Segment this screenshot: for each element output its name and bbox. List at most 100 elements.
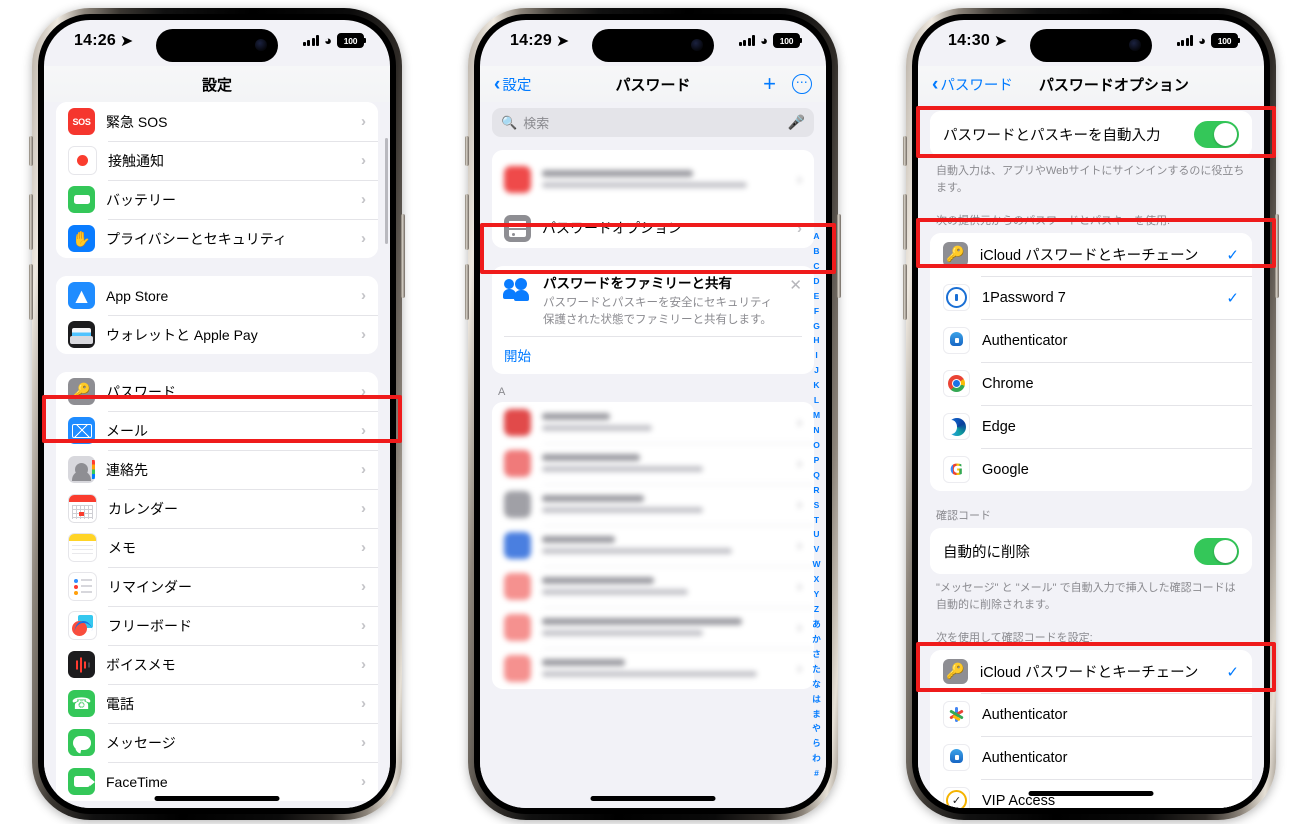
passwords-list[interactable]: 🔍 検索 🎤 › パスワードオプション › パスワードをファミリーと共有 パスワ… (480, 102, 826, 808)
sidebar-item-voice-memos[interactable]: ボイスメモ › (56, 645, 378, 684)
code-provider-microsoft-authenticator[interactable]: Authenticator (930, 736, 1252, 779)
index-letter[interactable]: T (814, 516, 819, 525)
power-button[interactable] (837, 214, 841, 298)
index-letter[interactable]: Q (813, 471, 820, 480)
sidebar-item-notes[interactable]: メモ › (56, 528, 378, 567)
sidebar-item-battery[interactable]: バッテリー › (56, 180, 378, 219)
sidebar-item-messages[interactable]: メッセージ › (56, 723, 378, 762)
index-letter[interactable]: # (814, 769, 819, 778)
index-letter[interactable]: V (814, 545, 820, 554)
redacted-password-entry[interactable]: › (492, 150, 814, 208)
index-letter[interactable]: J (814, 366, 819, 375)
volume-up-button[interactable] (29, 194, 33, 250)
list-item[interactable]: › (492, 483, 814, 525)
plus-icon[interactable]: + (763, 73, 776, 95)
sidebar-item-phone[interactable]: ☎ 電話 › (56, 684, 378, 723)
index-letter[interactable]: D (813, 277, 819, 286)
mute-switch[interactable] (465, 136, 469, 166)
index-letter[interactable]: K (813, 381, 819, 390)
sidebar-item-app-store[interactable]: ▲ App Store › (56, 276, 378, 315)
sidebar-item-exposure-notifications[interactable]: 接触通知 › (56, 141, 378, 180)
list-item[interactable]: › (492, 647, 814, 689)
start-button[interactable]: 開始 (504, 337, 802, 374)
mute-switch[interactable] (903, 136, 907, 166)
scroll-indicator[interactable] (385, 138, 388, 244)
back-button[interactable]: ‹ 設定 (494, 74, 531, 95)
password-options-list[interactable]: パスワードとパスキーを自動入力 自動入力は、アプリやWebサイトにサインインする… (918, 102, 1264, 808)
search-input[interactable]: 🔍 検索 🎤 (492, 108, 814, 137)
index-letter[interactable]: H (813, 336, 819, 345)
mute-switch[interactable] (29, 136, 33, 166)
home-indicator[interactable] (1028, 791, 1154, 796)
sidebar-item-freeform[interactable]: フリーボード › (56, 606, 378, 645)
index-letter[interactable]: や (812, 724, 821, 733)
alphabet-index-strip[interactable]: A B C D E F G H I J K L M N O P Q R S T U V W X Y Z あかさたなはまやらわ # (810, 232, 823, 778)
sidebar-item-mail[interactable]: メール › (56, 411, 378, 450)
index-letter[interactable]: さ (812, 650, 821, 659)
list-item[interactable]: › (492, 401, 814, 443)
index-letter[interactable]: あ (812, 620, 821, 629)
index-letter[interactable]: ら (812, 739, 821, 748)
index-letter[interactable]: A (813, 232, 819, 241)
index-letter[interactable]: U (813, 530, 819, 539)
home-indicator[interactable] (590, 796, 716, 801)
auto-delete-row[interactable]: 自動的に削除 (930, 528, 1252, 574)
index-letter[interactable]: G (813, 322, 820, 331)
index-letter[interactable]: I (815, 351, 817, 360)
sidebar-item-contacts[interactable]: 連絡先 › (56, 450, 378, 489)
index-letter[interactable]: ま (812, 709, 821, 719)
autofill-toggle[interactable] (1194, 120, 1239, 148)
list-item[interactable]: › (492, 606, 814, 648)
volume-up-button[interactable] (465, 194, 469, 250)
index-letter[interactable]: P (814, 456, 820, 465)
sidebar-item-wallet-apple-pay[interactable]: ウォレットと Apple Pay › (56, 315, 378, 354)
index-letter[interactable]: た (812, 665, 821, 674)
home-indicator[interactable] (154, 796, 280, 801)
provider-google[interactable]: G Google (930, 448, 1252, 491)
index-letter[interactable]: L (814, 396, 819, 405)
list-item[interactable]: › (492, 524, 814, 566)
sidebar-item-emergency-sos[interactable]: SOS 緊急 SOS › (56, 102, 378, 141)
volume-down-button[interactable] (29, 264, 33, 320)
code-provider-icloud-keychain[interactable]: 🔑 iCloud パスワードとキーチェーン ✓ (930, 650, 1252, 693)
list-item[interactable]: › (492, 442, 814, 484)
ellipsis-circle-icon[interactable]: ⋯ (792, 74, 812, 94)
back-button[interactable]: ‹ パスワード (932, 74, 1013, 95)
volume-down-button[interactable] (903, 264, 907, 320)
volume-up-button[interactable] (903, 194, 907, 250)
power-button[interactable] (1275, 214, 1279, 298)
code-provider-google-authenticator[interactable]: Authenticator (930, 693, 1252, 736)
settings-list[interactable]: SOS 緊急 SOS › 接触通知 › バッテリー › ✋ プライバシーとセキュ… (44, 102, 390, 808)
index-letter[interactable]: W (812, 560, 820, 569)
index-letter[interactable]: M (813, 411, 820, 420)
sidebar-item-passwords[interactable]: 🔑 パスワード › (56, 372, 378, 411)
index-letter[interactable]: わ (812, 754, 821, 763)
index-letter[interactable]: S (814, 501, 820, 510)
sidebar-item-privacy-security[interactable]: ✋ プライバシーとセキュリティ › (56, 219, 378, 258)
provider-microsoft-authenticator[interactable]: Authenticator (930, 319, 1252, 362)
index-letter[interactable]: N (813, 426, 819, 435)
index-letter[interactable]: E (814, 292, 820, 301)
power-button[interactable] (401, 214, 405, 298)
index-letter[interactable]: か (812, 635, 821, 644)
index-letter[interactable]: は (812, 695, 821, 704)
index-letter[interactable]: な (812, 680, 821, 689)
microphone-icon[interactable]: 🎤 (788, 114, 805, 131)
sidebar-item-reminders[interactable]: リマインダー › (56, 567, 378, 606)
index-letter[interactable]: Y (814, 590, 820, 599)
index-letter[interactable]: B (813, 247, 819, 256)
index-letter[interactable]: R (813, 486, 819, 495)
index-letter[interactable]: Z (814, 605, 819, 614)
index-letter[interactable]: C (813, 262, 819, 271)
autofill-passwords-row[interactable]: パスワードとパスキーを自動入力 (930, 111, 1252, 157)
index-letter[interactable]: X (814, 575, 820, 584)
list-item[interactable]: › (492, 565, 814, 607)
close-x-icon[interactable]: ✕ (789, 276, 802, 294)
password-options-row[interactable]: パスワードオプション › (492, 208, 814, 248)
provider-1password[interactable]: 1Password 7 ✓ (930, 276, 1252, 319)
index-letter[interactable]: F (814, 307, 819, 316)
index-letter[interactable]: O (813, 441, 820, 450)
volume-down-button[interactable] (465, 264, 469, 320)
provider-chrome[interactable]: Chrome (930, 362, 1252, 405)
provider-edge[interactable]: Edge (930, 405, 1252, 448)
